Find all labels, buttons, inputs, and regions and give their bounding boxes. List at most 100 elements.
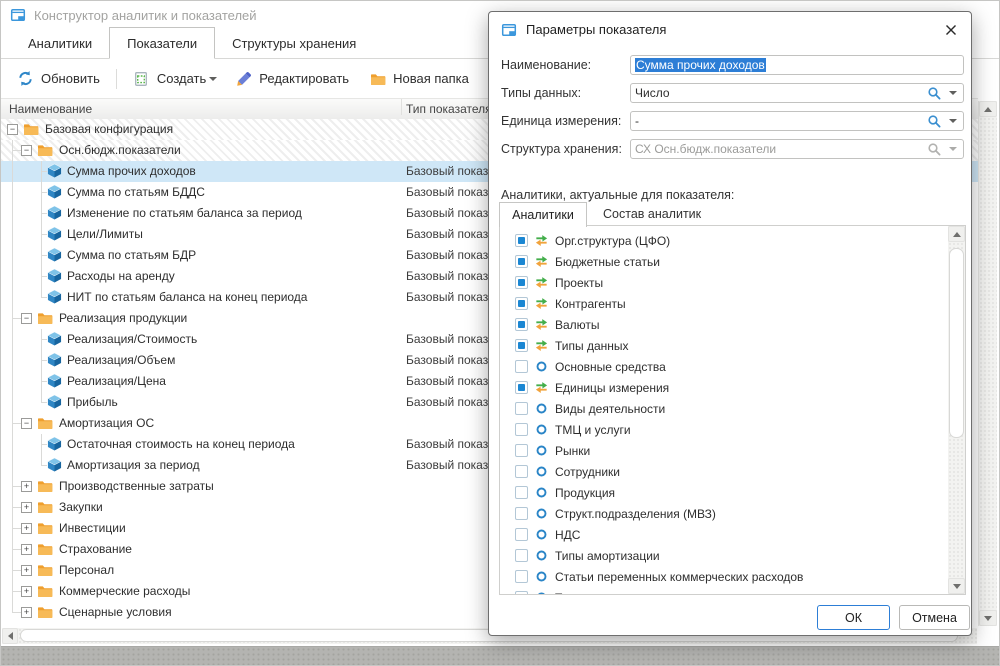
tab-storage-structures[interactable]: Структуры хранения [215, 29, 373, 58]
expand-toggle[interactable]: − [21, 313, 32, 324]
checkbox[interactable] [515, 444, 528, 457]
folder-icon [37, 583, 53, 599]
magnifier-icon[interactable] [927, 142, 942, 157]
checkbox[interactable] [515, 570, 528, 583]
dialog-tab-analytics[interactable]: Аналитики [499, 202, 587, 227]
checkbox[interactable] [515, 339, 528, 352]
dropdown-caret[interactable] [949, 119, 957, 123]
checkbox[interactable] [515, 423, 528, 436]
magnifier-icon[interactable] [927, 114, 942, 129]
checkbox[interactable] [515, 255, 528, 268]
tree-row-label: Коммерческие расходы [59, 581, 190, 602]
checkbox[interactable] [515, 381, 528, 394]
toolbar-refresh-button[interactable]: Обновить [7, 65, 110, 92]
checkbox[interactable] [515, 360, 528, 373]
create-dropdown-caret[interactable] [209, 77, 225, 81]
toolbar-create-button[interactable]: Создать [123, 65, 216, 92]
expand-toggle[interactable]: − [21, 145, 32, 156]
checkbox[interactable] [515, 465, 528, 478]
toolbar-create-label: Создать [157, 71, 206, 86]
checkbox[interactable] [515, 318, 528, 331]
expand-toggle[interactable]: + [21, 502, 32, 513]
column-header-type[interactable]: Тип показателя [406, 99, 492, 119]
expand-toggle[interactable]: + [21, 586, 32, 597]
analytics-item[interactable]: Рынки [500, 440, 948, 461]
checkbox[interactable] [515, 549, 528, 562]
analytics-item[interactable]: Типы данных [500, 335, 948, 356]
analytics-item[interactable]: Виды деятельности [500, 398, 948, 419]
magnifier-icon[interactable] [927, 86, 942, 101]
analytics-item[interactable]: Валюты [500, 314, 948, 335]
scroll-left-button[interactable] [2, 628, 18, 644]
field-value: - [635, 114, 927, 128]
analytics-item[interactable]: Контрагенты [500, 293, 948, 314]
analytics-item[interactable]: Сотрудники [500, 461, 948, 482]
list-scroll-down-button[interactable] [948, 578, 965, 594]
checkbox[interactable] [515, 486, 528, 499]
scroll-down-button[interactable] [979, 610, 997, 626]
checkbox[interactable] [515, 528, 528, 541]
column-header-name[interactable]: Наименование [9, 99, 92, 119]
unit-field[interactable]: - [630, 111, 964, 131]
data-types-field[interactable]: Число [630, 83, 964, 103]
checkbox[interactable] [515, 234, 528, 247]
circle-icon [534, 443, 549, 458]
expand-toggle[interactable]: − [21, 418, 32, 429]
expand-toggle[interactable]: + [21, 481, 32, 492]
exchange-icon [534, 338, 549, 353]
cube-icon [47, 373, 63, 389]
folder-icon [37, 520, 53, 536]
toolbar-new-folder-button[interactable]: Новая папка [359, 65, 479, 92]
tree-row-label: Реализация/Объем [67, 350, 175, 371]
list-scroll-thumb[interactable] [949, 248, 964, 438]
analytics-item[interactable]: ТМЦ и услуги [500, 419, 948, 440]
tree-connector [12, 161, 13, 182]
analytics-item[interactable]: Статьи переменных коммерческих расходов [500, 566, 948, 587]
analytics-item[interactable]: НДС [500, 524, 948, 545]
analytics-item[interactable]: Основные средства [500, 356, 948, 377]
expand-toggle[interactable]: + [21, 565, 32, 576]
analytics-item[interactable]: Проекты [500, 272, 948, 293]
analytics-item[interactable]: Орг.структура (ЦФО) [500, 230, 948, 251]
ok-button[interactable]: ОК [817, 605, 890, 630]
analytics-item-label: НДС [555, 528, 580, 542]
caret-down-icon [209, 77, 217, 81]
expand-toggle[interactable]: + [21, 607, 32, 618]
expand-toggle[interactable]: − [7, 124, 18, 135]
checkbox[interactable] [515, 276, 528, 289]
tree-row-label: Реализация/Стоимость [67, 329, 197, 350]
toolbar-edit-button[interactable]: Редактировать [225, 65, 359, 92]
cube-icon [47, 436, 63, 452]
vertical-scrollbar[interactable] [978, 101, 997, 626]
tree-connector [12, 287, 13, 308]
close-icon[interactable] [944, 23, 958, 37]
checkbox[interactable] [515, 297, 528, 310]
folder-icon [37, 604, 53, 620]
analytics-item[interactable]: Тип остатков [500, 587, 948, 595]
checkbox[interactable] [515, 507, 528, 520]
analytics-item[interactable]: Продукция [500, 482, 948, 503]
expand-toggle[interactable]: + [21, 544, 32, 555]
storage-structure-field[interactable]: СХ Осн.бюдж.показатели [630, 139, 964, 159]
list-scroll-up-button[interactable] [948, 226, 965, 242]
list-scrollbar[interactable] [948, 226, 965, 594]
analytics-item[interactable]: Типы амортизации [500, 545, 948, 566]
analytics-item[interactable]: Единицы измерения [500, 377, 948, 398]
analytics-item[interactable]: Бюджетные статьи [500, 251, 948, 272]
checkbox[interactable] [515, 591, 528, 595]
checkbox[interactable] [515, 402, 528, 415]
status-bar [1, 646, 1000, 666]
dropdown-caret[interactable] [949, 147, 957, 151]
tab-indicators[interactable]: Показатели [109, 27, 215, 59]
expand-toggle[interactable]: + [21, 523, 32, 534]
tree-connector [12, 266, 13, 287]
dropdown-caret[interactable] [949, 91, 957, 95]
pencil-icon [235, 70, 252, 87]
tab-analytics[interactable]: Аналитики [11, 29, 109, 58]
tree-connector [13, 591, 21, 592]
name-field[interactable]: Сумма прочих доходов [630, 55, 964, 75]
dialog-tab-analytics-composition[interactable]: Состав аналитик [597, 202, 707, 226]
cancel-button[interactable]: Отмена [899, 605, 970, 630]
analytics-item[interactable]: Структ.подразделения (МВЗ) [500, 503, 948, 524]
scroll-up-button[interactable] [979, 101, 997, 117]
